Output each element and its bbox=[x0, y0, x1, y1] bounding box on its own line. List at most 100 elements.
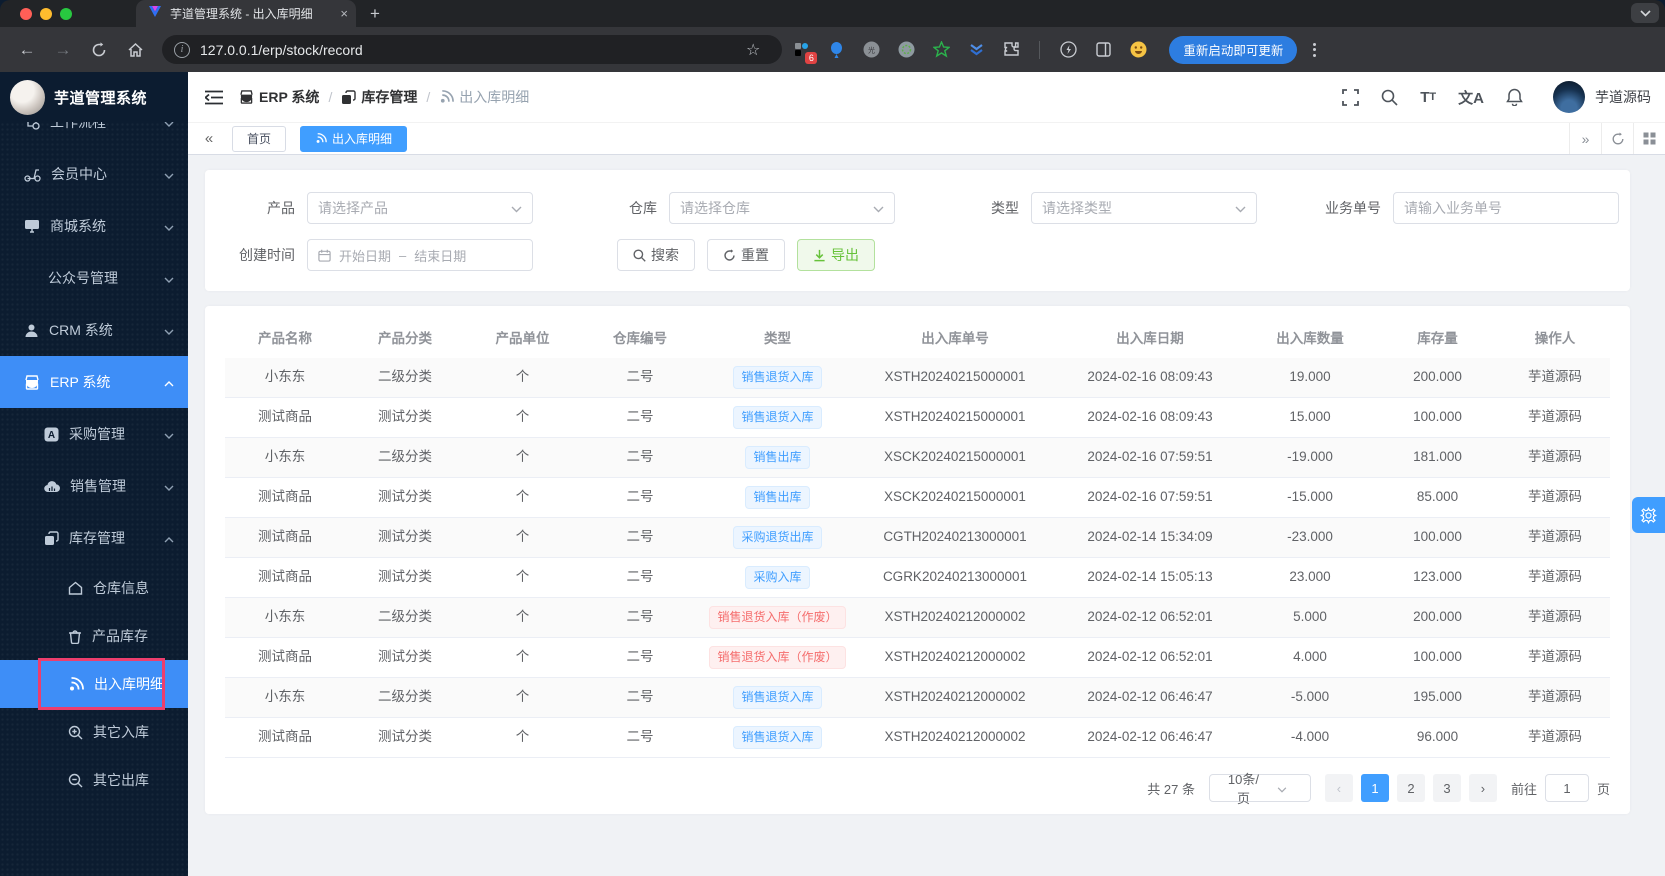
extension-star-icon[interactable] bbox=[932, 41, 950, 59]
fullscreen-icon[interactable] bbox=[1342, 88, 1360, 106]
page-number-button[interactable]: 1 bbox=[1360, 774, 1389, 802]
window-minimize-button[interactable] bbox=[40, 7, 52, 20]
window-maximize-button[interactable] bbox=[60, 7, 72, 20]
svg-text:A: A bbox=[48, 430, 55, 441]
export-button[interactable]: 导出 bbox=[797, 239, 875, 271]
table-row[interactable]: 测试商品 测试分类 个 二号 销售退货入库 XSTH20240212000002… bbox=[225, 718, 1610, 758]
tags-scroll-right-icon[interactable]: » bbox=[1569, 123, 1601, 154]
col-order-no: 出入库单号 bbox=[921, 330, 989, 346]
sidebar-item-sales-mgmt[interactable]: 销售管理 bbox=[0, 460, 188, 512]
sidebar-item-stock-mgmt[interactable]: 库存管理 bbox=[0, 512, 188, 564]
home-button[interactable] bbox=[120, 35, 150, 65]
table-row[interactable]: 测试商品 测试分类 个 二号 采购退货出库 CGTH20240213000001… bbox=[225, 518, 1610, 558]
sidebar-item-workflow[interactable]: 工作流程 bbox=[0, 122, 188, 148]
table-row[interactable]: 小东东 二级分类 个 二号 销售退货入库（作废） XSTH20240212000… bbox=[225, 598, 1610, 638]
storefront-icon bbox=[25, 374, 39, 390]
breadcrumb-stock-record: 出入库明细 bbox=[439, 87, 529, 107]
breadcrumb-erp[interactable]: ERP 系统 bbox=[239, 87, 319, 107]
reset-button[interactable]: 重置 bbox=[707, 239, 785, 271]
language-icon[interactable]: 文A bbox=[1458, 87, 1484, 108]
page-number-button[interactable]: 3 bbox=[1432, 774, 1461, 802]
copy-icon bbox=[342, 89, 357, 104]
toolbar-divider bbox=[1039, 40, 1041, 59]
prev-page-button[interactable]: ‹ bbox=[1324, 774, 1353, 802]
table-row[interactable]: 测试商品 测试分类 个 二号 销售出库 XSCK20240215000001 2… bbox=[225, 478, 1610, 518]
sidebar-item-other-outbound[interactable]: 其它出库 bbox=[0, 756, 188, 804]
sidebar-item-mall-system[interactable]: 商城系统 bbox=[0, 200, 188, 252]
theme-settings-button[interactable] bbox=[1632, 497, 1665, 533]
bucket-icon bbox=[69, 629, 81, 644]
bizno-input[interactable]: 请输入业务单号 bbox=[1393, 192, 1619, 224]
breadcrumb-stock-mgmt[interactable]: 库存管理 bbox=[341, 87, 417, 107]
table-row[interactable]: 小东东 二级分类 个 二号 销售出库 XSCK20240215000001 20… bbox=[225, 438, 1610, 478]
sidebar-item-crm-system[interactable]: CRM 系统 bbox=[0, 304, 188, 356]
search-icon[interactable] bbox=[1381, 89, 1398, 106]
page-number-button[interactable]: 2 bbox=[1396, 774, 1425, 802]
type-badge: 销售退货入库 bbox=[733, 726, 822, 749]
sidebar-item-stock-record[interactable]: 出入库明细 bbox=[0, 658, 188, 710]
refresh-icon bbox=[724, 248, 735, 261]
sidebar-item-official-account[interactable]: 公众号管理 bbox=[0, 252, 188, 304]
sidebar-item-product-stock[interactable]: 产品库存 bbox=[0, 612, 188, 660]
user-menu[interactable]: 芋道源码 bbox=[1553, 81, 1651, 113]
new-tab-button[interactable]: + bbox=[370, 4, 380, 24]
next-page-button[interactable]: › bbox=[1468, 774, 1497, 802]
extension-circle-green-icon[interactable] bbox=[897, 41, 915, 59]
warehouse-select[interactable]: 请选择仓库 bbox=[669, 192, 895, 224]
app-logo[interactable]: 芋道管理系统 bbox=[0, 72, 188, 122]
extension-chevrons-icon[interactable] bbox=[967, 41, 985, 59]
window-close-button[interactable] bbox=[20, 7, 32, 20]
table-row[interactable]: 测试商品 测试分类 个 二号 采购入库 CGRK20240213000001 2… bbox=[225, 558, 1610, 598]
extension-emoji-icon[interactable] bbox=[1129, 41, 1147, 59]
product-select[interactable]: 请选择产品 bbox=[307, 192, 533, 224]
type-select[interactable]: 请选择类型 bbox=[1031, 192, 1257, 224]
forward-button[interactable]: → bbox=[48, 35, 78, 65]
type-badge: 销售退货入库 bbox=[733, 406, 822, 429]
sidebar-item-warehouse-info[interactable]: 仓库信息 bbox=[0, 564, 188, 612]
goto-page-input[interactable] bbox=[1544, 774, 1589, 802]
search-button[interactable]: 搜索 bbox=[617, 239, 695, 271]
tag-home[interactable]: 首页 bbox=[232, 125, 287, 152]
window-controls[interactable] bbox=[0, 7, 86, 20]
extension-lightning-icon[interactable] bbox=[1059, 41, 1077, 59]
sidebar-item-purchase-mgmt[interactable]: A 采购管理 bbox=[0, 408, 188, 460]
page-size-select[interactable]: 10条/页 bbox=[1208, 772, 1311, 806]
table-row[interactable]: 小东东 二级分类 个 二号 销售退货入库 XSTH20240215000001 … bbox=[225, 358, 1610, 398]
site-info-icon[interactable]: i bbox=[174, 41, 190, 58]
download-icon bbox=[814, 249, 825, 261]
tag-stock-record[interactable]: 出入库明细 bbox=[300, 125, 408, 152]
sidebar-item-other-inbound[interactable]: 其它入库 bbox=[0, 708, 188, 756]
tags-refresh-icon[interactable] bbox=[1601, 123, 1633, 154]
extension-circle-gray-icon[interactable]: 光 bbox=[862, 41, 880, 59]
product-filter-label: 产品 bbox=[267, 200, 295, 216]
browser-menu-icon[interactable] bbox=[1313, 42, 1317, 57]
extension-sidebar-icon[interactable] bbox=[1094, 41, 1112, 59]
bell-icon[interactable] bbox=[1506, 88, 1523, 106]
tags-layout-grid-icon[interactable] bbox=[1633, 123, 1665, 154]
date-range-picker[interactable]: 开始日期 – 结束日期 bbox=[307, 239, 533, 271]
menu-fold-icon[interactable] bbox=[205, 90, 223, 105]
bookmark-star-icon[interactable]: ☆ bbox=[746, 40, 760, 60]
browser-update-button[interactable]: 重新启动即可更新 bbox=[1169, 35, 1298, 64]
reload-button[interactable] bbox=[84, 35, 114, 65]
browser-tab[interactable]: 芋道管理系统 - 出入库明细 × bbox=[136, 0, 356, 27]
table-row[interactable]: 测试商品 测试分类 个 二号 销售退货入库（作废） XSTH2024021200… bbox=[225, 638, 1610, 678]
extensions-puzzle-icon[interactable] bbox=[1002, 41, 1020, 59]
url-text[interactable]: 127.0.0.1/erp/stock/record bbox=[200, 42, 363, 58]
extension-grid-icon[interactable]: 6 bbox=[792, 41, 818, 64]
chevron-down-icon bbox=[1263, 781, 1302, 796]
back-button[interactable]: ← bbox=[12, 35, 42, 65]
sidebar-item-erp-system[interactable]: ERP 系统 bbox=[0, 356, 188, 408]
tags-scroll-left-icon[interactable]: « bbox=[196, 130, 222, 147]
sidebar-item-member-center[interactable]: 会员中心 bbox=[0, 148, 188, 200]
address-bar[interactable]: i 127.0.0.1/erp/stock/record bbox=[162, 35, 782, 64]
tab-search-button[interactable] bbox=[1631, 3, 1659, 23]
tab-close-icon[interactable]: × bbox=[340, 6, 348, 21]
filter-panel: 产品 请选择产品 仓库 请选择仓库 类型 请选择类型 业务单号 请输入业务单号 … bbox=[205, 170, 1630, 291]
browser-toolbar: ← → i 127.0.0.1/erp/stock/record ☆ 6 光 重… bbox=[0, 27, 1665, 72]
extension-balloon-icon[interactable] bbox=[827, 41, 845, 59]
font-size-icon[interactable]: TT bbox=[1420, 89, 1436, 106]
table-row[interactable]: 测试商品 测试分类 个 二号 销售退货入库 XSTH20240215000001… bbox=[225, 398, 1610, 438]
col-qty: 出入库数量 bbox=[1276, 330, 1344, 346]
table-row[interactable]: 小东东 二级分类 个 二号 销售退货入库 XSTH20240212000002 … bbox=[225, 678, 1610, 718]
